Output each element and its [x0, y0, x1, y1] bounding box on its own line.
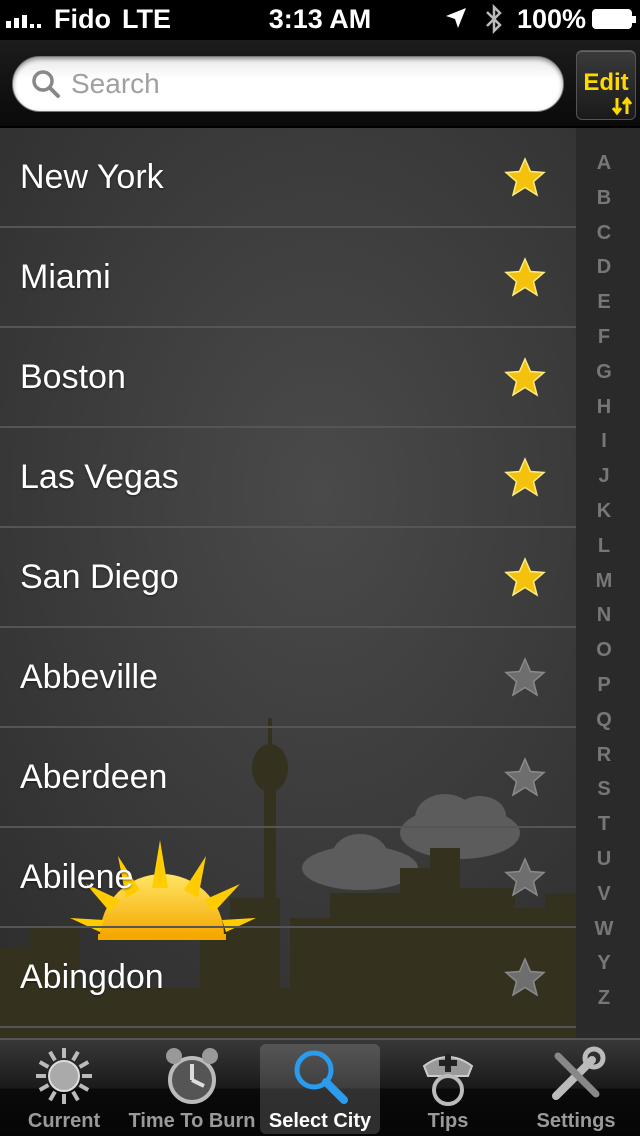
city-name: New York	[20, 158, 164, 196]
index-letter[interactable]: P	[576, 674, 632, 697]
city-row[interactable]: New York	[0, 128, 576, 228]
search-bar[interactable]	[12, 56, 564, 112]
index-letter[interactable]: I	[576, 430, 632, 453]
city-row[interactable]: Abbeville	[0, 628, 576, 728]
index-letter[interactable]: R	[576, 744, 632, 767]
index-letter[interactable]: E	[576, 291, 632, 314]
nurse-cap-icon	[422, 1054, 474, 1106]
index-letter[interactable]: V	[576, 883, 632, 906]
index-letter[interactable]: Z	[576, 987, 632, 1010]
city-name: Aberdeen	[20, 758, 168, 796]
city-name: Miami	[20, 258, 111, 296]
index-letter[interactable]: H	[576, 396, 632, 419]
tab-label: Select City	[268, 1110, 372, 1132]
index-letter[interactable]: M	[576, 570, 632, 593]
city-row[interactable]: San Diego	[0, 528, 576, 628]
tab-tips[interactable]: Tips	[388, 1044, 508, 1134]
city-name: Las Vegas	[20, 458, 179, 496]
city-list-area: New York Miami Boston Las Vegas San Diego Abb…	[0, 128, 640, 1038]
index-letter[interactable]: U	[576, 848, 632, 871]
favorite-star-icon[interactable]	[504, 157, 546, 197]
city-name: Abilene	[20, 858, 134, 896]
favorite-star-icon[interactable]	[504, 457, 546, 497]
unfavorite-star-icon[interactable]	[504, 757, 546, 797]
tab-current[interactable]: Current	[4, 1044, 124, 1134]
index-letter[interactable]: S	[576, 778, 632, 801]
edit-button[interactable]: Edit	[576, 50, 636, 120]
index-letter[interactable]: W	[576, 918, 632, 941]
tab-select-city[interactable]: Select City	[260, 1044, 380, 1134]
unfavorite-star-icon[interactable]	[504, 857, 546, 897]
index-letter[interactable]: L	[576, 535, 632, 558]
favorite-star-icon[interactable]	[504, 557, 546, 597]
city-name: San Diego	[20, 558, 179, 596]
index-letter[interactable]: G	[576, 361, 632, 384]
magnifier-icon	[294, 1050, 348, 1104]
tab-label: Current	[27, 1110, 101, 1132]
city-row[interactable]: Abingdon	[0, 928, 576, 1028]
search-input[interactable]	[71, 63, 551, 105]
favorite-star-icon[interactable]	[504, 257, 546, 297]
location-arrow-icon	[444, 6, 468, 37]
alarm-clock-icon	[166, 1048, 218, 1104]
battery-icon	[592, 9, 636, 29]
index-letter[interactable]: O	[576, 639, 632, 662]
index-letter[interactable]: K	[576, 500, 632, 523]
unfavorite-star-icon[interactable]	[504, 957, 546, 997]
alphabet-index[interactable]: ABCDEFGHIJKLMNOPQRSTUVWYZ	[576, 128, 640, 1038]
battery-percent: 100%	[517, 4, 587, 34]
tab-label: Settings	[536, 1110, 616, 1132]
tab-label: Time To Burn	[128, 1110, 256, 1132]
search-icon	[32, 70, 60, 98]
search-header: Edit	[0, 40, 640, 128]
sun-icon	[36, 1048, 92, 1104]
city-row[interactable]: Abilene	[0, 828, 576, 928]
bluetooth-icon	[484, 3, 504, 41]
index-letter[interactable]: F	[576, 326, 632, 349]
index-letter[interactable]: B	[576, 187, 632, 210]
city-row[interactable]: Miami	[0, 228, 576, 328]
index-letter[interactable]: T	[576, 813, 632, 836]
index-letter[interactable]: A	[576, 152, 632, 175]
status-bar: Fido LTE 3:13 AM 100%	[0, 0, 640, 40]
index-letter[interactable]: Q	[576, 709, 632, 732]
index-letter[interactable]: J	[576, 465, 632, 488]
reorder-arrows-icon	[611, 96, 633, 116]
city-row[interactable]: Las Vegas	[0, 428, 576, 528]
tab-time-to-burn[interactable]: Time To Burn	[128, 1044, 256, 1134]
tab-label: Tips	[427, 1110, 469, 1132]
city-row[interactable]: Aberdeen	[0, 728, 576, 828]
tools-icon	[552, 1046, 606, 1100]
index-letter[interactable]: N	[576, 604, 632, 627]
edit-button-label: Edit	[583, 69, 629, 96]
city-name: Boston	[20, 358, 126, 396]
city-list: New York Miami Boston Las Vegas San Diego Abb…	[0, 128, 576, 1028]
city-name: Abingdon	[20, 958, 164, 996]
city-row[interactable]: Boston	[0, 328, 576, 428]
index-letter[interactable]: C	[576, 222, 632, 245]
favorite-star-icon[interactable]	[504, 357, 546, 397]
city-name: Abbeville	[20, 658, 158, 696]
tab-bar: Current Time To Burn Select City Tips Settin…	[0, 1038, 640, 1136]
index-letter[interactable]: Y	[576, 952, 632, 975]
index-letter[interactable]: D	[576, 256, 632, 279]
tab-settings[interactable]: Settings	[516, 1044, 636, 1134]
unfavorite-star-icon[interactable]	[504, 657, 546, 697]
